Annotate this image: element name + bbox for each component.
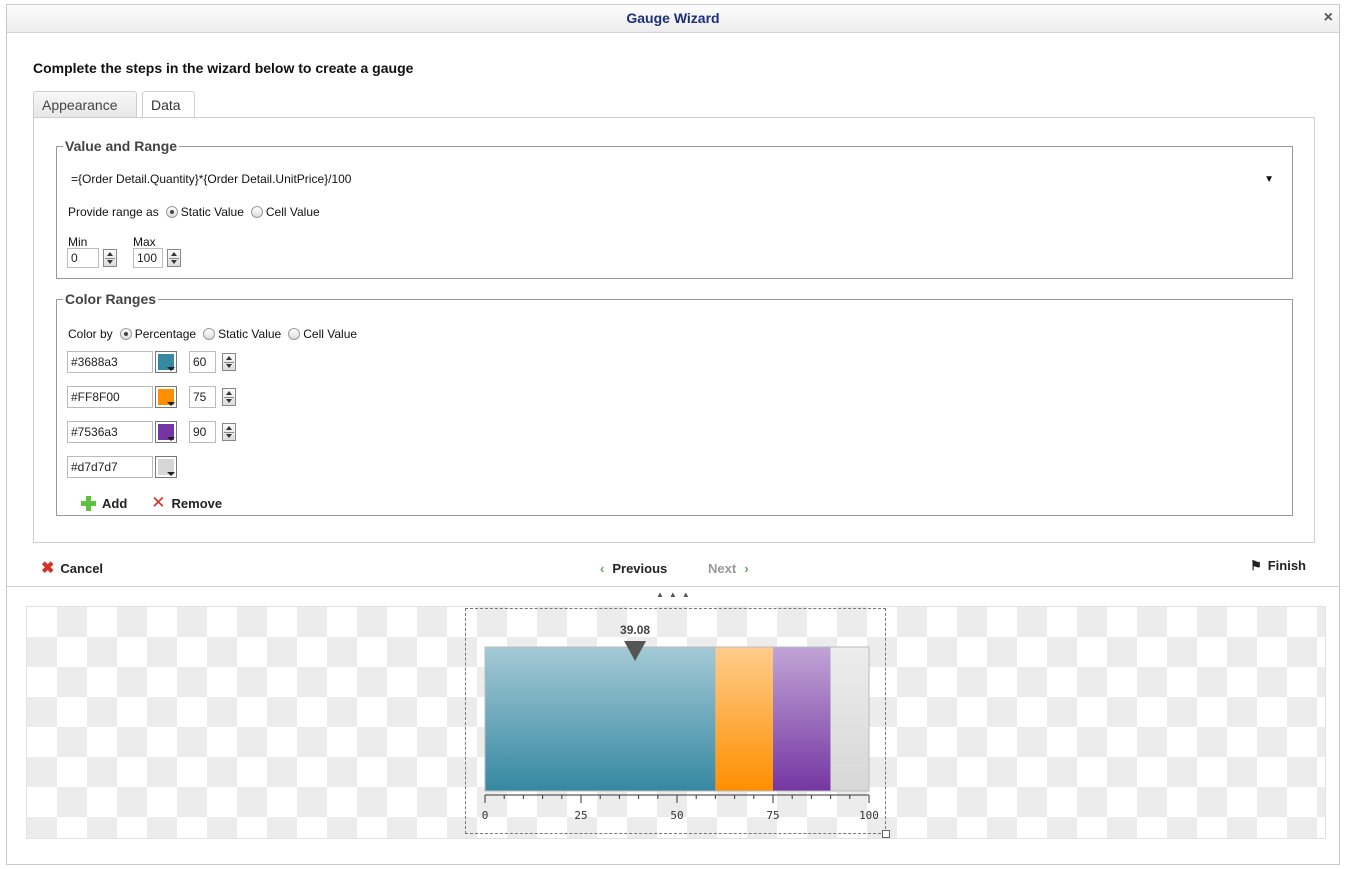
color-range-actions: Add ✕ Remove	[81, 493, 222, 513]
max-input[interactable]: 100	[133, 248, 163, 268]
gauge-tick-label: 25	[574, 809, 587, 822]
provide-range-label: Provide range as	[68, 205, 159, 219]
resize-handle[interactable]	[882, 830, 890, 838]
color-picker-button[interactable]	[155, 386, 177, 408]
tab-data[interactable]: Data	[142, 91, 195, 119]
gauge-band-shine	[773, 647, 831, 791]
cancel-button[interactable]: ✖ Cancel	[41, 558, 103, 578]
max-label: Max	[133, 235, 156, 249]
radio-static-value[interactable]	[203, 328, 216, 340]
static-value-label: Static Value	[218, 327, 282, 341]
value-range-section: Value and Range ={Order Detail.Quantity}…	[56, 138, 1293, 279]
previous-label: Previous	[612, 561, 668, 576]
chevron-right-icon: ›	[744, 561, 749, 576]
chevron-down-icon	[167, 472, 175, 476]
range-threshold-stepper[interactable]	[222, 388, 236, 406]
min-stepper[interactable]	[103, 249, 117, 267]
next-label: Next	[708, 561, 737, 576]
color-hex-input[interactable]: #3688a3	[67, 351, 153, 373]
color-picker-button[interactable]	[155, 351, 177, 373]
radio-cell-value[interactable]	[250, 206, 263, 218]
color-ranges-legend: Color Ranges	[65, 291, 157, 307]
previous-button[interactable]: ‹ Previous	[600, 561, 667, 576]
finish-label: Finish	[1267, 558, 1306, 573]
value-range-legend: Value and Range	[65, 138, 178, 154]
cancel-icon: ✖	[41, 560, 55, 577]
color-picker-button[interactable]	[155, 456, 177, 478]
gauge-wizard-dialog: Gauge Wizard × Complete the steps in the…	[6, 4, 1340, 865]
dialog-title: Gauge Wizard	[626, 10, 720, 26]
checkered-flag-icon: ⚑	[1250, 558, 1262, 573]
gauge-tick-label: 0	[482, 809, 489, 822]
range-threshold-stepper[interactable]	[222, 353, 236, 371]
remove-range-button[interactable]: Remove	[172, 496, 223, 511]
chevron-left-icon: ‹	[600, 561, 605, 576]
min-label: Min	[68, 235, 88, 249]
color-ranges-section: Color Ranges Color by Percentage Static …	[56, 291, 1293, 516]
radio-cell-value[interactable]	[288, 328, 301, 340]
static-value-label: Static Value	[180, 205, 244, 219]
color-picker-button[interactable]	[155, 421, 177, 443]
value-expression-select[interactable]: ={Order Detail.Quantity}*{Order Detail.U…	[67, 170, 1282, 189]
radio-static-value[interactable]	[165, 206, 178, 218]
gauge-band-shine	[485, 647, 716, 791]
gauge-tick-label: 75	[766, 809, 779, 822]
cancel-label: Cancel	[60, 561, 104, 576]
dropdown-arrow-icon: ▼	[1264, 174, 1274, 185]
wizard-instructions: Complete the steps in the wizard below t…	[33, 60, 414, 76]
finish-button[interactable]: ⚑ Finish	[1250, 558, 1306, 574]
dialog-titlebar: Gauge Wizard ×	[7, 5, 1339, 33]
tab-appearance[interactable]: Appearance	[33, 91, 137, 118]
color-hex-input[interactable]: #d7d7d7	[67, 456, 153, 478]
max-stepper[interactable]	[167, 249, 181, 267]
color-by-label: Color by	[68, 327, 113, 341]
chevron-down-icon	[167, 402, 175, 406]
gauge-band-shine	[715, 647, 773, 791]
range-threshold-stepper[interactable]	[222, 423, 236, 441]
gauge-preview-area: 0 25 50 75 100 39.08	[26, 606, 1326, 839]
cell-value-label: Cell Value	[265, 205, 320, 219]
add-icon	[81, 495, 96, 511]
gauge-tick-label: 100	[859, 809, 879, 822]
collapse-panel-icon[interactable]: ▲▲▲	[656, 590, 695, 599]
cell-value-label: Cell Value	[303, 327, 358, 341]
min-input[interactable]: 0	[67, 248, 99, 268]
next-button[interactable]: Next ›	[708, 561, 749, 576]
range-threshold-input[interactable]: 90	[189, 421, 216, 443]
value-expression-text: ={Order Detail.Quantity}*{Order Detail.U…	[71, 172, 352, 186]
percentage-label: Percentage	[134, 327, 197, 341]
color-hex-input[interactable]: #7536a3	[67, 421, 153, 443]
close-icon[interactable]: ×	[1324, 5, 1333, 31]
range-threshold-input[interactable]: 75	[189, 386, 216, 408]
gauge-band-shine	[830, 647, 869, 791]
color-by-row: Color by Percentage Static Value Cell Va…	[68, 327, 357, 341]
gauge-frame[interactable]: 0 25 50 75 100 39.08	[465, 608, 890, 838]
linear-gauge: 0 25 50 75 100 39.08	[482, 623, 879, 822]
remove-icon: ✕	[151, 493, 166, 512]
gauge-value-label: 39.08	[620, 623, 650, 637]
chevron-down-icon	[167, 437, 175, 441]
data-tab-panel: Value and Range ={Order Detail.Quantity}…	[33, 117, 1315, 543]
add-range-button[interactable]: Add	[102, 496, 127, 511]
chevron-down-icon	[167, 367, 175, 371]
splitter-line	[7, 586, 1339, 587]
range-threshold-input[interactable]: 60	[189, 351, 216, 373]
color-hex-input[interactable]: #FF8F00	[67, 386, 153, 408]
range-type-row: Provide range as Static Value Cell Value	[68, 205, 320, 219]
radio-percentage[interactable]	[119, 328, 132, 340]
gauge-tick-label: 50	[670, 809, 683, 822]
